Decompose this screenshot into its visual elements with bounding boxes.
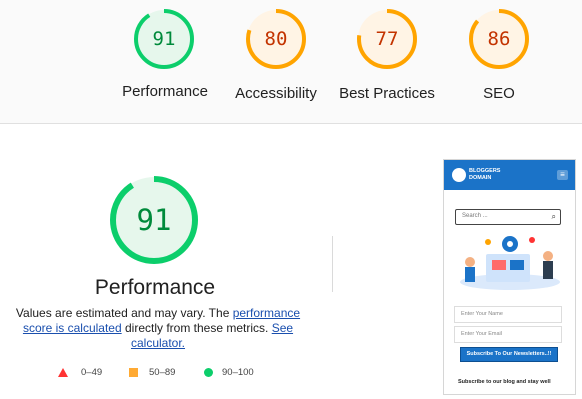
desc-text: Values are estimated and may vary. The (15, 306, 233, 320)
site-header: BLOGGERS DOMAIN ≡ (444, 160, 575, 190)
gauge-label-accessibility: Accessibility (235, 85, 317, 102)
legend-fail-label: 0–49 (81, 367, 103, 378)
performance-score-large: 91 (136, 203, 172, 237)
hamburger-menu-icon: ≡ (557, 170, 568, 180)
performance-description: Values are estimated and may vary. The p… (8, 306, 308, 351)
legend-pass-label: 90–100 (222, 367, 254, 378)
gauge-label-wrap: Best Practices (332, 85, 442, 102)
site-search-box: Search ... ⌕ (455, 209, 561, 225)
gauge-label-performance: Performance (122, 83, 208, 100)
subscribe-button: Subscribe To Our Newsletters..!! (460, 347, 558, 362)
page-screenshot-thumbnail: BLOGGERS DOMAIN ≡ Search ... ⌕ Enter You… (443, 159, 576, 395)
gauge-score: 86 (487, 28, 511, 50)
subscribe-footer-text: Subscribe to our blog and stay well (458, 379, 551, 385)
gauge-best-practices[interactable]: 77 (356, 8, 418, 70)
desc-text: directly from these metrics. (121, 321, 272, 335)
site-brand: BLOGGERS DOMAIN (469, 168, 500, 182)
site-search-placeholder: Search ... (462, 213, 488, 219)
section-divider (0, 123, 582, 124)
gauge-accessibility[interactable]: 80 (245, 8, 307, 70)
score-summary-row: 91 80 77 86 Performance Accessibility Be… (0, 0, 582, 124)
gauge-label-seo: SEO (483, 85, 515, 102)
vertical-divider (332, 236, 333, 292)
gauge-score: 91 (152, 28, 176, 50)
name-placeholder: Enter Your Name (461, 311, 503, 317)
gauge-performance[interactable]: 91 (133, 8, 195, 70)
gauge-label-wrap: SEO (444, 85, 554, 102)
gauge-score: 77 (375, 28, 399, 50)
legend-average-label: 50–89 (149, 367, 176, 378)
gauge-label-wrap: Performance (110, 83, 220, 100)
circle-icon (204, 368, 213, 377)
performance-title: Performance (94, 276, 216, 299)
name-field: Enter Your Name (454, 306, 562, 323)
search-icon: ⌕ (551, 212, 556, 221)
site-logo (452, 168, 466, 182)
email-field: Enter Your Email (454, 326, 562, 343)
gauge-label-best-practices: Best Practices (339, 85, 435, 102)
gauge-label-wrap: Accessibility (221, 85, 331, 102)
gauge-score: 80 (264, 28, 288, 50)
triangle-icon (58, 368, 68, 377)
brand-line: BLOGGERS (469, 168, 501, 174)
square-icon (129, 368, 138, 377)
brand-line: DOMAIN (469, 175, 492, 181)
gauge-seo[interactable]: 86 (468, 8, 530, 70)
hero-illustration (460, 236, 560, 290)
email-placeholder: Enter Your Email (461, 331, 502, 337)
performance-gauge-large: 91 (108, 174, 200, 266)
